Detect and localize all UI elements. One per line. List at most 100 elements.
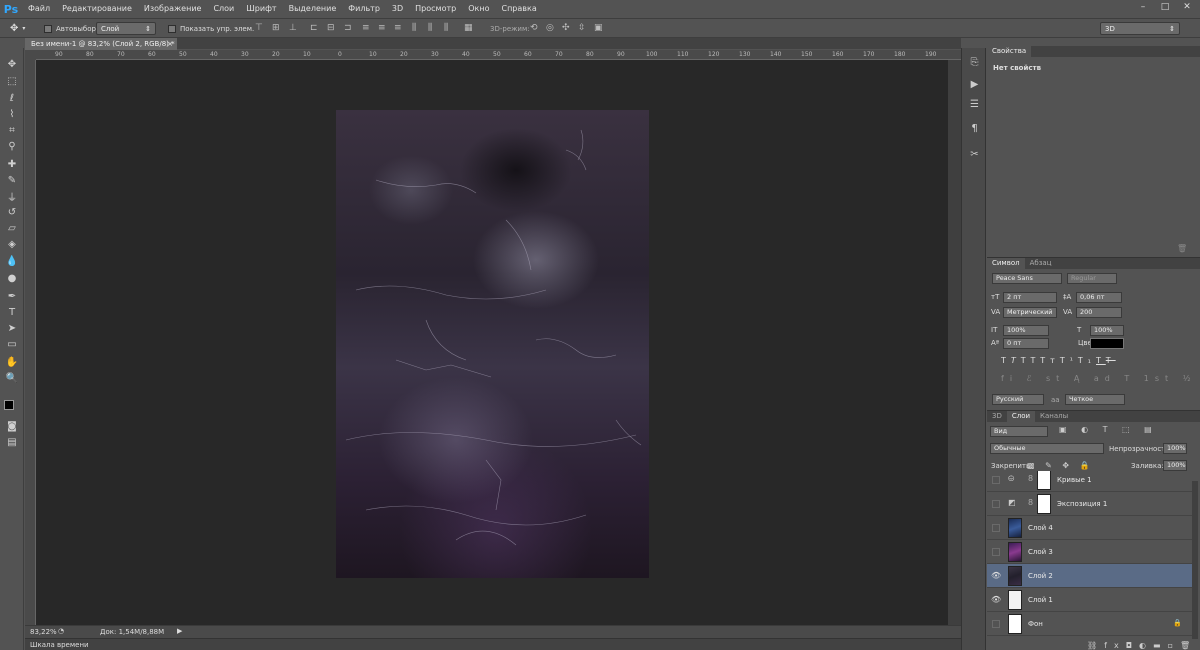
eyedropper-tool-icon[interactable]: ⚲ (3, 138, 21, 154)
eye-icon[interactable]: 👁 (991, 571, 1001, 581)
type-tool-icon[interactable]: T (3, 304, 21, 320)
align-hcenter-icon[interactable]: ⊟ (327, 23, 335, 33)
visibility-toggle[interactable] (992, 548, 1000, 556)
visibility-toggle[interactable] (992, 476, 1000, 484)
tab-paragraph[interactable]: Абзац (1025, 258, 1057, 269)
minimize-button[interactable]: – (1134, 0, 1152, 14)
menu-type[interactable]: Шрифт (240, 0, 282, 18)
menu-layers[interactable]: Слои (207, 0, 240, 18)
font-family-select[interactable]: Peace Sans (992, 273, 1062, 284)
baseline-shift-field[interactable]: 0 пт (1003, 338, 1049, 349)
menu-window[interactable]: Окно (462, 0, 495, 18)
maximize-button[interactable]: □ (1156, 0, 1174, 14)
distribute-bottom-icon[interactable]: ≡ (394, 23, 402, 33)
close-tab-icon[interactable]: × (167, 38, 173, 50)
dodge-tool-icon[interactable]: ● (3, 270, 21, 286)
layer-row[interactable]: Слой 3 (987, 540, 1192, 564)
healing-brush-tool-icon[interactable]: ✚ (3, 156, 21, 172)
layer-filter-select[interactable]: Вид (990, 426, 1048, 437)
tab-3d[interactable]: 3D (987, 411, 1007, 422)
fill-field[interactable]: 100% (1163, 460, 1187, 471)
menu-view[interactable]: Просмотр (409, 0, 462, 18)
layer-row-selected[interactable]: 👁 Слой 2 (987, 564, 1192, 588)
add-mask-icon[interactable]: ◘ (1126, 641, 1139, 650)
distribute-vcenter-icon[interactable]: ≡ (378, 23, 386, 33)
menu-edit[interactable]: Редактирование (56, 0, 138, 18)
language-select[interactable]: Русский (992, 394, 1044, 405)
distribute-right-icon[interactable]: ⫼ (444, 23, 448, 33)
horizontal-scale-field[interactable]: 100% (1090, 325, 1124, 336)
layer-style-icon[interactable]: fx (1104, 641, 1126, 650)
layer-row[interactable]: 👁 Слой 1 (987, 588, 1192, 612)
menu-help[interactable]: Справка (495, 0, 542, 18)
autoselect-dropdown[interactable]: Слой ⇕ (96, 22, 156, 35)
distribute-left-icon[interactable]: ⫼ (412, 23, 416, 33)
trash-icon[interactable]: 🗑 (1177, 244, 1187, 253)
export-icon[interactable]: ◔ (58, 627, 64, 635)
lasso-tool-icon[interactable]: ℓ (3, 90, 21, 106)
move-tool-preset[interactable]: ✥ ▾ (10, 22, 25, 35)
new-adjustment-icon[interactable]: ◐ (1139, 641, 1153, 650)
opacity-field[interactable]: 100% (1163, 443, 1187, 454)
rectangle-tool-icon[interactable]: ▭ (3, 336, 21, 352)
crop-tool-icon[interactable]: ⌗ (3, 122, 21, 138)
align-bottom-icon[interactable]: ⊥ (289, 23, 297, 33)
strikethrough-button[interactable]: T (1106, 356, 1116, 365)
horizontal-ruler[interactable]: 90 80 70 60 50 40 30 20 10 0 10 20 30 40… (36, 50, 961, 60)
new-group-icon[interactable]: ▬ (1153, 641, 1168, 650)
eye-icon[interactable]: 👁 (991, 595, 1001, 605)
underline-button[interactable]: T (1096, 356, 1106, 365)
document-tab[interactable]: Без имени-1 @ 83,2% (Слой 2, RGB/8) * × (25, 38, 177, 50)
roll-3d-icon[interactable]: ◎ (546, 23, 554, 33)
menu-filter[interactable]: Фильтр (342, 0, 386, 18)
path-selection-tool-icon[interactable]: ➤ (3, 320, 21, 336)
align-top-icon[interactable]: ⊤ (255, 23, 263, 33)
paint-bucket-tool-icon[interactable]: ◈ (3, 236, 21, 252)
zoom-tool-icon[interactable]: 🔍 (3, 370, 21, 386)
lock-icons[interactable]: ▩ ✎ ✥ 🔒 (1027, 461, 1094, 470)
autoselect-checkbox[interactable]: Автовыбор: (44, 22, 98, 35)
tab-channels[interactable]: Каналы (1035, 411, 1073, 422)
small-caps-button[interactable]: Tт (1040, 356, 1060, 365)
tab-character[interactable]: Символ (987, 258, 1025, 269)
screen-mode-icon[interactable]: ▤ (3, 434, 21, 450)
new-layer-icon[interactable]: ▫ (1168, 641, 1180, 650)
layer-row[interactable]: Слой 4 (987, 516, 1192, 540)
subscript-button[interactable]: T₁ (1078, 356, 1096, 365)
delete-layer-icon[interactable]: 🗑 (1180, 641, 1197, 650)
layer-row[interactable]: ⨸ 8 Кривые 1 (987, 471, 1192, 492)
status-menu-arrow-icon[interactable]: ▶ (177, 627, 182, 635)
quick-select-tool-icon[interactable]: ⌇ (3, 106, 21, 122)
slide-3d-icon[interactable]: ⇳ (578, 23, 586, 33)
orbit-3d-icon[interactable]: ⟲ (530, 23, 538, 33)
pen-tool-icon[interactable]: ✒ (3, 288, 21, 304)
zoom-level[interactable]: 83,22% (30, 628, 57, 636)
leading-field[interactable]: 0,06 пт (1076, 292, 1122, 303)
marquee-tool-icon[interactable]: ⬚ (3, 73, 21, 89)
menu-3d[interactable]: 3D (386, 0, 409, 18)
clone-stamp-tool-icon[interactable]: ⏚ (3, 188, 21, 204)
tracking-field[interactable]: 200 (1076, 307, 1122, 318)
quick-mask-icon[interactable]: ◙ (3, 418, 21, 434)
visibility-toggle[interactable] (992, 620, 1000, 628)
font-size-field[interactable]: 2 пт (1003, 292, 1057, 303)
hand-tool-icon[interactable]: ✋ (3, 354, 21, 370)
link-layers-icon[interactable]: ⛓ (1087, 641, 1104, 650)
vertical-ruler[interactable] (25, 60, 36, 625)
vertical-scale-field[interactable]: 100% (1003, 325, 1049, 336)
kerning-select[interactable]: Метрический (1003, 307, 1057, 318)
pan-3d-icon[interactable]: ✣ (562, 23, 570, 33)
blend-mode-select[interactable]: Обычные (990, 443, 1104, 454)
menu-image[interactable]: Изображение (138, 0, 208, 18)
align-right-icon[interactable]: ⊐ (344, 23, 352, 33)
tool-presets-icon[interactable]: ✂ (966, 146, 983, 162)
ruler-origin[interactable] (25, 50, 36, 60)
faux-italic-button[interactable]: T (1011, 356, 1021, 365)
history-icon[interactable]: ⎘ (966, 54, 983, 70)
tab-properties[interactable]: Свойства (987, 46, 1032, 57)
canvas-scrollbar[interactable] (948, 60, 961, 625)
document-canvas-image[interactable] (336, 110, 649, 578)
auto-align-icon[interactable]: ▦ (464, 23, 473, 33)
layers-scrollbar[interactable] (1192, 481, 1198, 639)
close-button[interactable]: ✕ (1178, 0, 1196, 14)
